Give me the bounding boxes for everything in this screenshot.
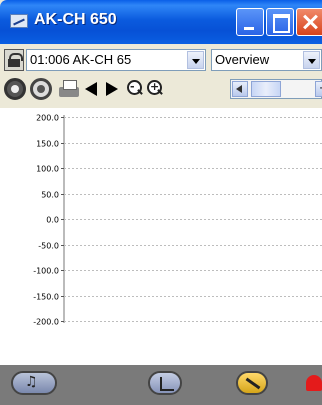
y-tick-label: -100.0: [33, 267, 59, 276]
y-tick-label: -200.0: [33, 318, 59, 327]
scrollbar-thumb[interactable]: [251, 81, 281, 97]
zoom-out-sign: -: [130, 80, 135, 93]
print-icon[interactable]: [57, 78, 81, 100]
view-dropdown-value: Overview: [215, 52, 270, 67]
alarm-icon[interactable]: [236, 371, 268, 395]
chevron-down-icon[interactable]: [187, 51, 204, 69]
view-dropdown[interactable]: Overview: [211, 49, 322, 71]
tools-icon[interactable]: [11, 371, 57, 395]
y-tick-label: 0.0: [46, 216, 59, 225]
close-button[interactable]: [296, 8, 322, 36]
title-bar[interactable]: AK-CH 650: [0, 0, 322, 44]
settings-icon[interactable]: [4, 78, 26, 100]
refresh-icon[interactable]: [30, 78, 52, 100]
time-scrollbar[interactable]: +: [230, 79, 322, 99]
minimize-button[interactable]: [236, 8, 264, 36]
bottom-bar: [0, 365, 322, 405]
selector-row: 01:006 AK-CH 65 Overview: [0, 46, 322, 74]
zoom-in-sign: +: [150, 80, 160, 93]
device-dropdown[interactable]: 01:006 AK-CH 65: [26, 49, 206, 71]
y-tick-label: 150.0: [36, 140, 59, 149]
app-icon: [10, 14, 28, 28]
graph-icon[interactable]: [148, 371, 182, 395]
trend-chart: 200.0 150.0 100.0 50.0 0.0 -50.0 -100.0 -150.0 -…: [33, 114, 322, 327]
chart-area: 200.0 150.0 100.0 50.0 0.0 -50.0 -100.0 -150.0 -…: [0, 108, 322, 365]
y-tick-label: 50.0: [41, 191, 59, 200]
app-window: AK-CH 650 01:006 AK-CH 65 Overview - + 2…: [0, 0, 322, 405]
scroll-left-icon[interactable]: [84, 78, 100, 100]
zoom-in-icon[interactable]: +: [146, 78, 164, 100]
y-tick-label: 100.0: [36, 165, 59, 174]
y-tick-label: -150.0: [33, 293, 59, 302]
scroll-right-icon[interactable]: [104, 78, 120, 100]
y-tick-label: 200.0: [36, 114, 59, 123]
scroll-forward-button[interactable]: +: [315, 81, 322, 97]
maximize-button[interactable]: [266, 8, 294, 36]
chevron-down-icon[interactable]: [303, 51, 320, 69]
toolbar: - + +: [0, 76, 322, 104]
zoom-out-icon[interactable]: -: [126, 78, 144, 100]
device-dropdown-value: 01:006 AK-CH 65: [30, 52, 132, 67]
device-lock-icon[interactable]: [4, 49, 24, 71]
y-tick-label: -50.0: [38, 242, 59, 251]
bell-icon[interactable]: [306, 375, 322, 391]
window-title: AK-CH 650: [34, 11, 117, 28]
scroll-back-button[interactable]: [232, 81, 248, 97]
